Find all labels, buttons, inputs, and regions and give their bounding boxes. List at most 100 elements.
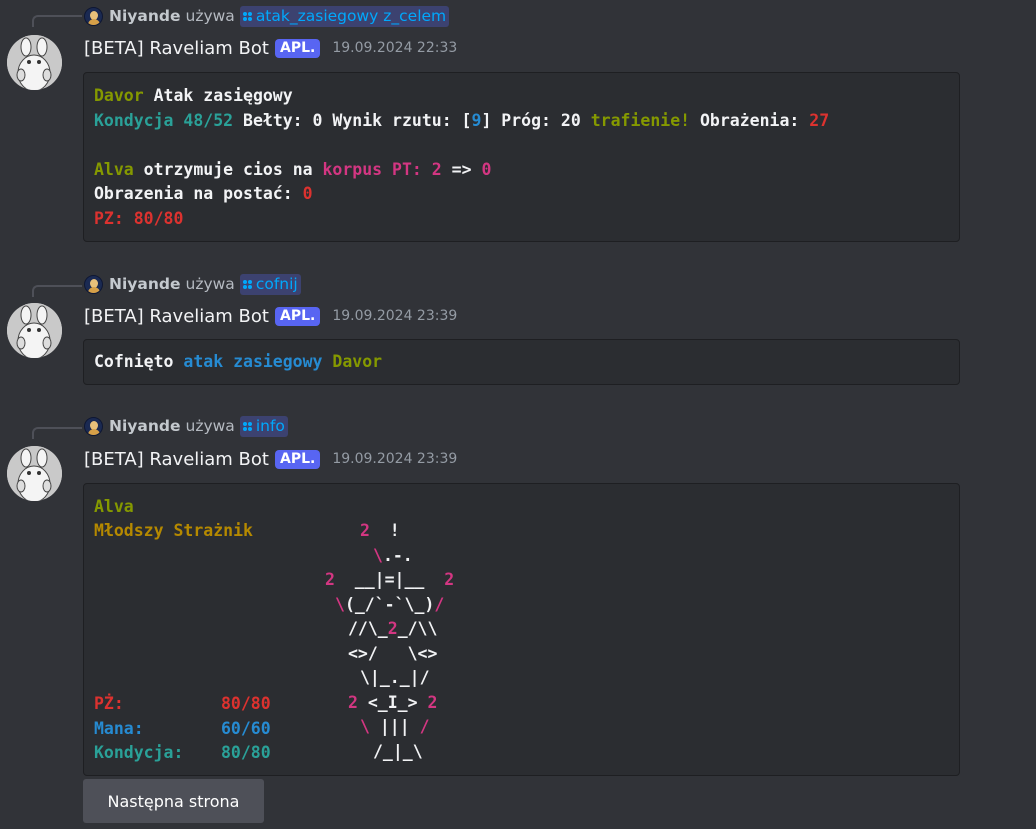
character-body-art-line: <>/ \<>: [348, 642, 437, 666]
message-header: [BETA] Raveliam Bot APL. 19.09.2024 22:3…: [84, 35, 457, 61]
reply-username[interactable]: Niyande: [109, 275, 181, 293]
stat-value: 80/80: [221, 694, 271, 713]
app-command-icon: [242, 279, 252, 289]
bot-username[interactable]: [BETA] Raveliam Bot: [84, 449, 269, 470]
message-timestamp[interactable]: 19.09.2024 22:33: [332, 40, 457, 56]
reply-connector: [32, 15, 82, 27]
code-line: Davor Atak zasięgowy: [94, 84, 293, 108]
code-line: PZ: 80/80: [94, 207, 183, 231]
stat-value: 60/60: [221, 719, 271, 738]
stat-label: PŻ:: [94, 694, 124, 713]
code-line: Obrazenia na postać: 0: [94, 182, 313, 206]
art-segment: \: [360, 717, 370, 736]
art-segment: /_|_\: [373, 741, 423, 761]
bot-avatar[interactable]: [7, 35, 62, 90]
code-segment: 9: [471, 110, 482, 130]
code-line: Cofnięto atak zasiegowy Davor: [94, 350, 382, 374]
reply-connector: [32, 285, 82, 297]
art-segment: <_I_>: [357, 692, 428, 712]
bot-avatar[interactable]: [7, 446, 62, 501]
message-timestamp[interactable]: 19.09.2024 23:39: [332, 308, 457, 324]
character-body-art-line: 2 <_I_> 2: [348, 691, 437, 715]
art-segment: //\_: [348, 619, 388, 638]
message-timestamp[interactable]: 19.09.2024 23:39: [332, 451, 457, 467]
slash-command[interactable]: info: [239, 415, 288, 437]
reply-username[interactable]: Niyande: [109, 7, 181, 25]
character-body-art-line: \.-.: [373, 544, 413, 568]
reply-reference[interactable]: Niyande używa cofnij: [84, 273, 301, 295]
art-segment: |||: [369, 717, 420, 736]
character-rank: Młodszy Strażnik: [94, 521, 253, 540]
code-line: Kondycja 48/52 Bełty: 0 Wynik rzutu: [9]…: [94, 109, 829, 133]
reply-user-avatar[interactable]: [84, 274, 103, 294]
art-segment: \: [373, 545, 383, 565]
reply-reference[interactable]: Niyande używa info: [84, 415, 288, 437]
reply-verb: używa: [185, 7, 235, 25]
art-segment: /: [434, 594, 445, 614]
message-header: [BETA] Raveliam Bot APL. 19.09.2024 23:3…: [84, 446, 457, 472]
character-body-art-line: //\_2_/\\: [348, 617, 437, 641]
reply-connector: [32, 427, 82, 439]
app-tag-badge: APL.: [274, 449, 321, 469]
code-segment: 0: [481, 159, 492, 179]
stat-label: Kondycja:: [94, 743, 184, 762]
slash-command-name: cofnij: [255, 275, 298, 293]
art-segment: _/\\: [397, 619, 438, 638]
art-segment: \: [335, 594, 345, 614]
code-segment: =>: [441, 159, 482, 179]
code-segment: trafienie!: [590, 110, 691, 130]
stat-value: 80/80: [221, 743, 271, 762]
code-segment: Kondycja: [94, 110, 184, 130]
code-segment: PT:: [392, 159, 422, 179]
reply-reference[interactable]: Niyande używa atak_zasiegowy z_celem: [84, 5, 450, 27]
art-segment: 2: [387, 619, 398, 638]
art-segment: \|_._|/: [360, 668, 430, 687]
code-segment: korpus: [322, 159, 383, 179]
character-name: Alva: [94, 497, 134, 516]
slash-command[interactable]: cofnij: [239, 273, 301, 295]
code-segment: PZ: 80/80: [94, 208, 184, 228]
character-body-art-line: \ ||| /: [360, 715, 430, 739]
art-segment: 2: [427, 692, 438, 712]
art-segment: <>/ \<>: [348, 643, 438, 663]
art-segment: /: [419, 717, 430, 736]
code-segment: atak zasiegowy: [183, 352, 323, 371]
code-segment: ] Próg: 20: [481, 110, 591, 130]
character-body-art-line: /_|_\: [373, 740, 423, 764]
code-segment: 0: [302, 184, 313, 203]
reply-user-avatar[interactable]: [84, 6, 103, 26]
art-segment: .-.: [382, 545, 413, 565]
bot-avatar[interactable]: [7, 303, 62, 358]
code-segment: Cofnięto: [94, 352, 184, 371]
code-segment: Obrażenia:: [690, 110, 810, 130]
next-page-button[interactable]: Następna strona: [83, 779, 264, 823]
reply-verb: używa: [185, 417, 235, 435]
art-segment: __|=|__: [334, 570, 445, 589]
code-segment: otrzymuje cios na: [133, 159, 323, 179]
bot-username[interactable]: [BETA] Raveliam Bot: [84, 306, 269, 327]
art-segment: 2: [348, 692, 358, 712]
code-segment: 48/52: [183, 110, 234, 130]
code-segment: Alva: [94, 159, 134, 179]
art-segment: 2: [360, 521, 370, 540]
slash-command[interactable]: atak_zasiegowy z_celem: [239, 5, 450, 27]
code-segment: 2: [431, 159, 442, 179]
bot-username[interactable]: [BETA] Raveliam Bot: [84, 38, 269, 59]
slash-command-name: atak_zasiegowy z_celem: [255, 7, 447, 25]
art-segment: 2: [325, 570, 335, 589]
code-segment: Davor: [94, 86, 144, 105]
code-segment: Obrazenia na postać:: [94, 184, 303, 203]
stat-label: Mana:: [94, 719, 144, 738]
art-segment: (_/`-`\_): [344, 594, 435, 614]
reply-username[interactable]: Niyande: [109, 417, 181, 435]
code-line: Alva otrzymuje cios na korpus PT: 2 => 0: [94, 158, 491, 182]
code-block-undo: Cofnięto atak zasiegowy Davor: [83, 339, 960, 385]
reply-user-avatar[interactable]: [84, 416, 103, 436]
slash-command-name: info: [255, 417, 285, 435]
character-body-art-line: 2 __|=|__ 2: [325, 568, 454, 592]
character-body-art-line: \|_._|/: [360, 666, 430, 690]
art-segment: !: [369, 521, 400, 540]
app-tag-badge: APL.: [274, 306, 321, 326]
